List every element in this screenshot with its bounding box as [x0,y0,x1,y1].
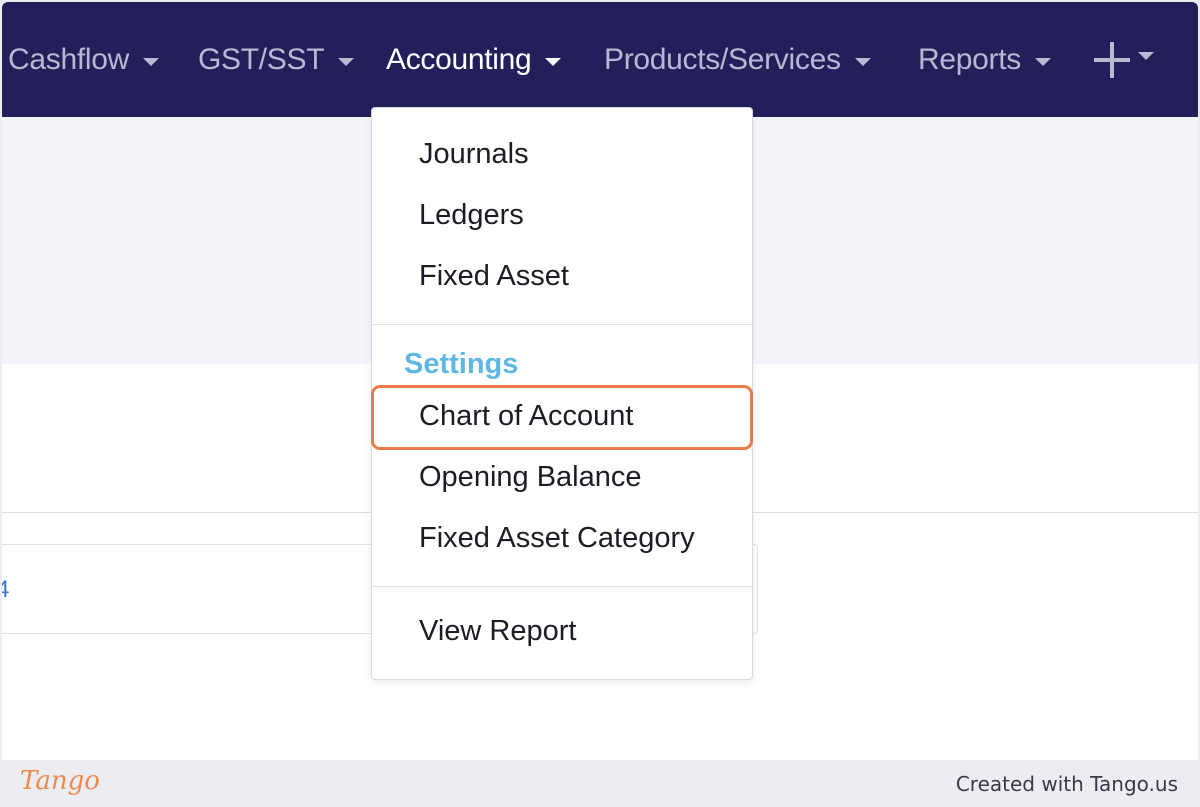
caret-down-icon [1034,58,1051,66]
menu-item-fixed-asset[interactable]: Fixed Asset [419,256,569,296]
nav-reports[interactable]: Reports [918,40,1051,80]
menu-item-view-report[interactable]: View Report [419,611,576,651]
menu-divider [372,324,752,325]
settings-section-header: Settings [404,348,519,380]
nav-cashflow-label: Cashflow [8,43,129,76]
plus-icon [1094,42,1130,78]
nav-gst-sst-label: GST/SST [198,43,325,76]
top-navbar: Cashflow GST/SST Accounting Products/Ser… [2,2,1198,117]
menu-divider [372,586,752,587]
nav-products-services[interactable]: Products/Services [604,40,871,80]
caret-down-icon [1138,52,1154,60]
tango-footer: Tango Created with Tango.us [0,760,1200,807]
tango-credit: Created with Tango.us [955,772,1178,796]
caret-down-icon [338,58,355,66]
step-highlight-box [371,385,753,450]
nav-cashflow[interactable]: Cashflow [8,40,159,80]
nav-reports-label: Reports [918,43,1021,76]
menu-item-journals[interactable]: Journals [419,134,529,174]
tango-logo: Tango [20,766,100,796]
menu-item-fixed-asset-category[interactable]: Fixed Asset Category [419,518,695,558]
caret-down-icon [142,58,159,66]
app-window: Cashflow GST/SST Accounting Products/Ser… [2,2,1198,760]
content-link-fragment[interactable]: 4 [2,576,9,604]
caret-down-icon [854,58,871,66]
nav-accounting[interactable]: Accounting [386,40,562,80]
menu-item-ledgers[interactable]: Ledgers [419,195,524,235]
caret-down-icon [545,58,562,66]
menu-item-opening-balance[interactable]: Opening Balance [419,457,642,497]
nav-accounting-label: Accounting [386,43,532,76]
nav-add[interactable] [1094,40,1174,80]
nav-products-services-label: Products/Services [604,43,841,76]
nav-gst-sst[interactable]: GST/SST [198,40,355,80]
